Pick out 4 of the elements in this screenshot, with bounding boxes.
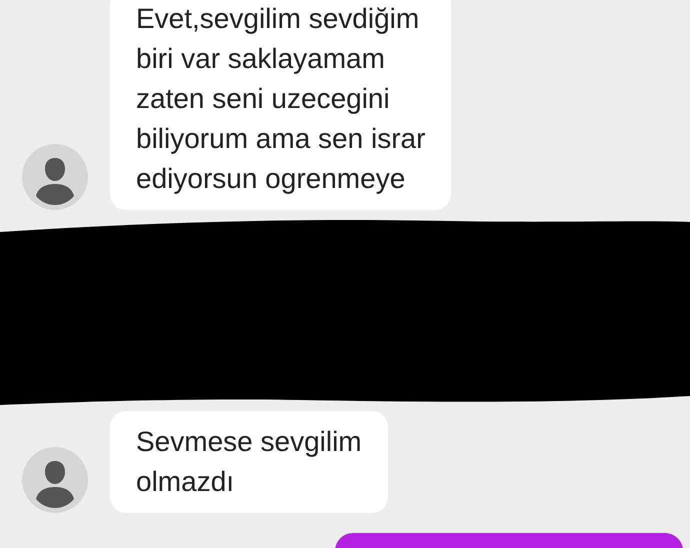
message-bubble: Sevmese sevgilim olmazdı: [110, 411, 388, 513]
avatar-icon: [22, 447, 88, 513]
avatar-icon: [22, 144, 88, 210]
message-bubble: Evet,sevgilim sevdiğim biri var saklayamam zaten seni uzecegini biliyorum ama sen israr ediyorsun ogrenmeye: [110, 0, 452, 210]
